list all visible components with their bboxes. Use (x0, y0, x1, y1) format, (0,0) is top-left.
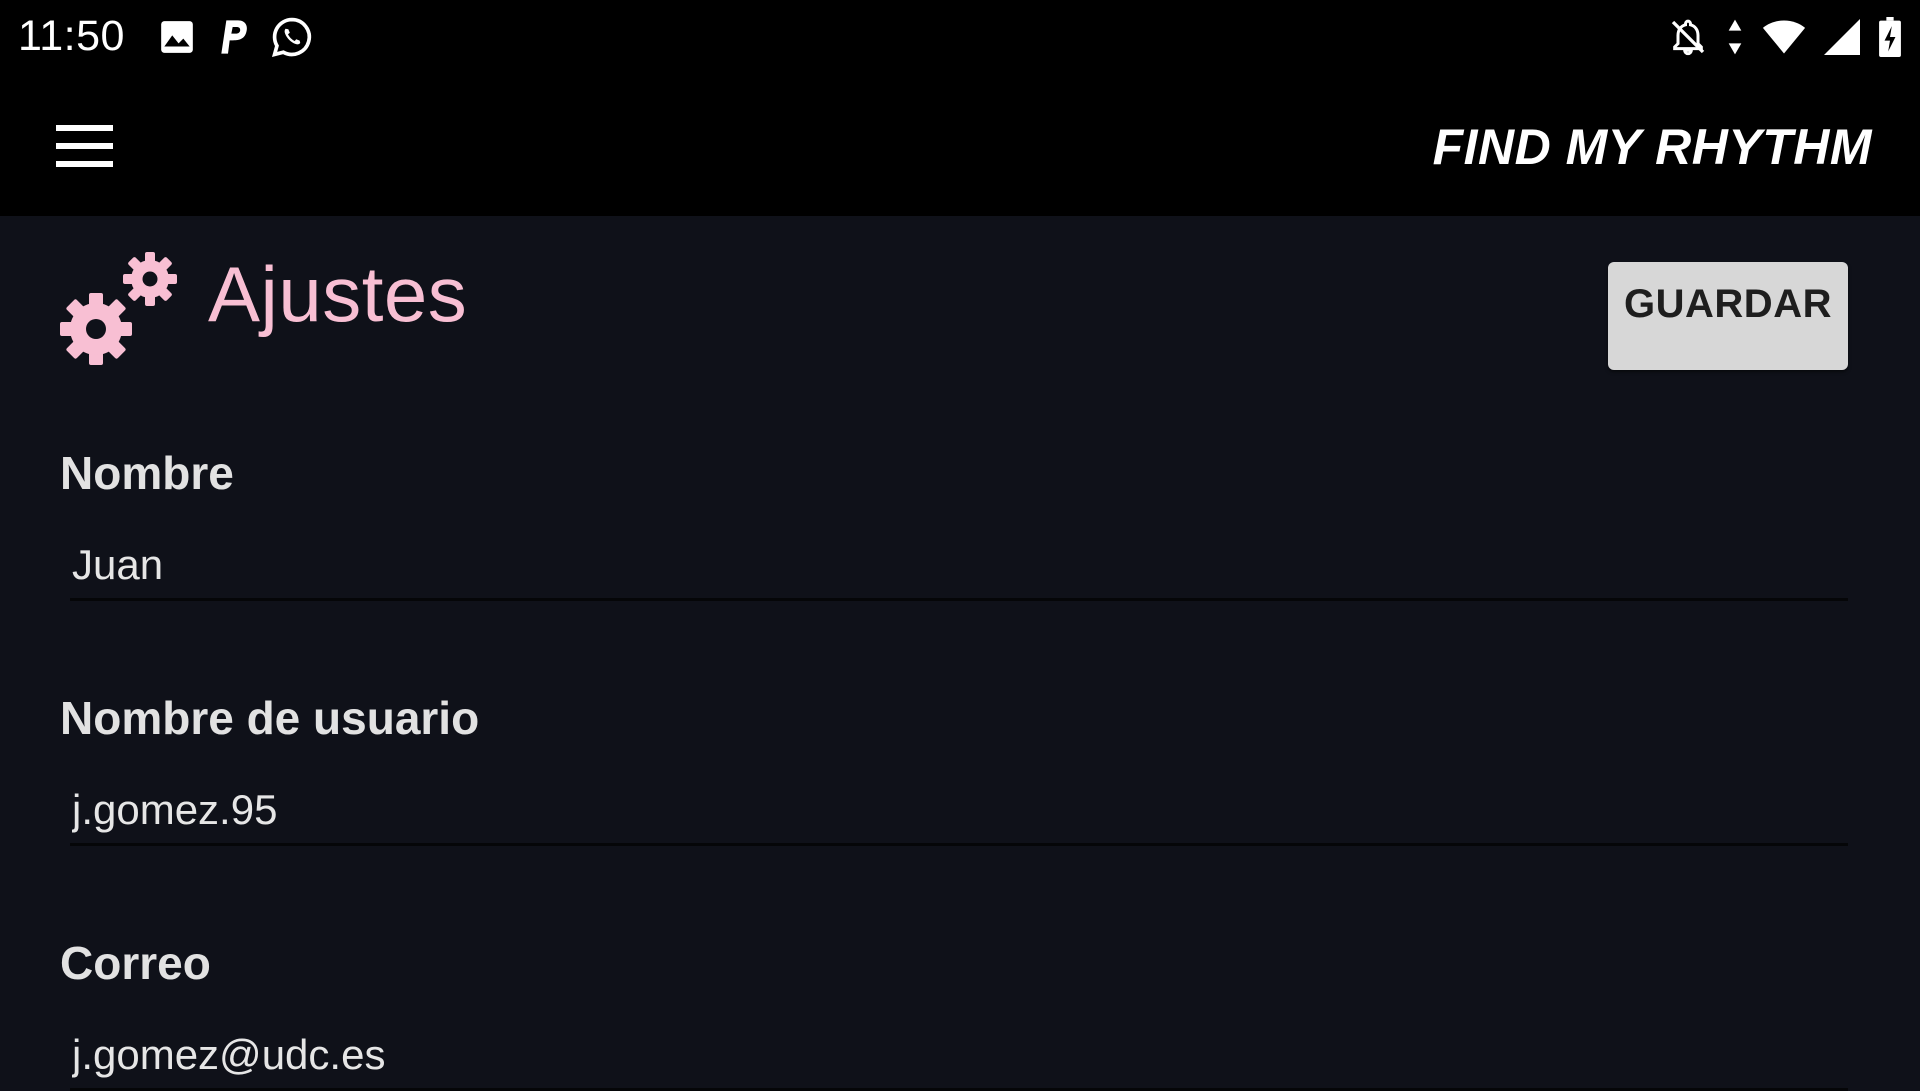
battery-charging-icon (1879, 17, 1901, 57)
whatsapp-icon (271, 17, 312, 57)
image-icon (161, 21, 193, 53)
app-title: FIND MY RHYTHM (1432, 119, 1872, 175)
name-field[interactable] (70, 531, 1848, 601)
settings-content: Ajustes GUARDAR Nombre Nombre de usuario… (0, 216, 1920, 1091)
data-arrows-icon (1728, 19, 1742, 55)
email-label: Correo (60, 937, 211, 989)
status-right-icons (1668, 14, 1902, 60)
save-button[interactable]: GUARDAR (1608, 262, 1848, 370)
notifications-off-icon (1671, 19, 1705, 56)
name-label: Nombre (60, 447, 234, 499)
parking-p-icon (221, 20, 247, 54)
status-bar: 11:50 (0, 0, 1920, 74)
cell-signal-icon (1824, 19, 1860, 55)
page-title: Ajustes (208, 249, 468, 338)
gears-icon (60, 252, 177, 365)
username-field[interactable] (70, 776, 1848, 846)
status-left-icons (158, 14, 314, 60)
username-label: Nombre de usuario (60, 692, 480, 744)
hamburger-menu-icon[interactable] (40, 108, 128, 184)
status-time: 11:50 (18, 12, 125, 60)
app-bar: FIND MY RHYTHM (0, 74, 1920, 216)
wifi-icon (1762, 20, 1806, 54)
email-field[interactable] (70, 1021, 1848, 1091)
page-header: Ajustes (58, 246, 467, 376)
